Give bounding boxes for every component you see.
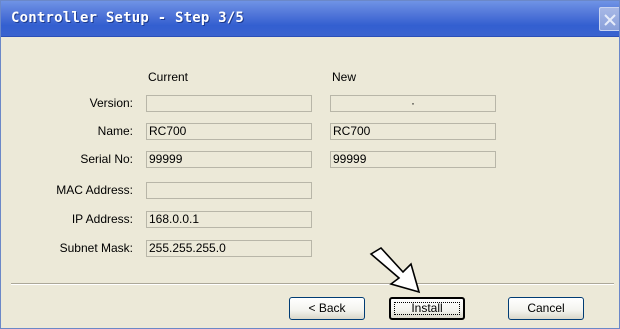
name-new-field: RC700: [330, 123, 496, 140]
name-current-field: RC700: [146, 123, 312, 140]
back-button-label: < Back: [308, 301, 346, 315]
close-button[interactable]: [599, 7, 619, 31]
version-current-field: [146, 95, 312, 112]
arrow-pointer-icon: [369, 246, 421, 294]
back-button[interactable]: < Back: [289, 297, 365, 320]
focus-rectangle: [394, 302, 460, 315]
current-column-header: Current: [148, 70, 189, 84]
subnet-mask-current-field: 255.255.255.0: [146, 240, 312, 257]
separator: [11, 283, 614, 285]
window-title: Controller Setup - Step 3/5: [11, 10, 244, 26]
version-new-field: ·: [330, 95, 496, 112]
serial-no-current-field: 99999: [146, 151, 312, 168]
cancel-button-label: Cancel: [527, 301, 565, 315]
title-bar[interactable]: Controller Setup - Step 3/5: [1, 1, 619, 37]
controller-setup-dialog: Controller Setup - Step 3/5 Current New …: [0, 0, 620, 329]
version-label: Version:: [89, 96, 133, 110]
ip-address-label: IP Address:: [71, 212, 133, 226]
ip-address-current-field: 168.0.0.1: [146, 211, 312, 228]
install-button[interactable]: Install: [389, 297, 465, 320]
serial-no-new-field: 99999: [330, 151, 496, 168]
mac-address-current-field: [146, 182, 312, 199]
serial-no-label: Serial No:: [80, 152, 133, 166]
mac-address-label: MAC Address:: [56, 183, 133, 197]
close-icon: [604, 14, 616, 26]
cancel-button[interactable]: Cancel: [508, 297, 584, 320]
subnet-mask-label: Subnet Mask:: [59, 241, 133, 255]
new-column-header: New: [332, 70, 357, 84]
name-label: Name:: [97, 124, 133, 138]
